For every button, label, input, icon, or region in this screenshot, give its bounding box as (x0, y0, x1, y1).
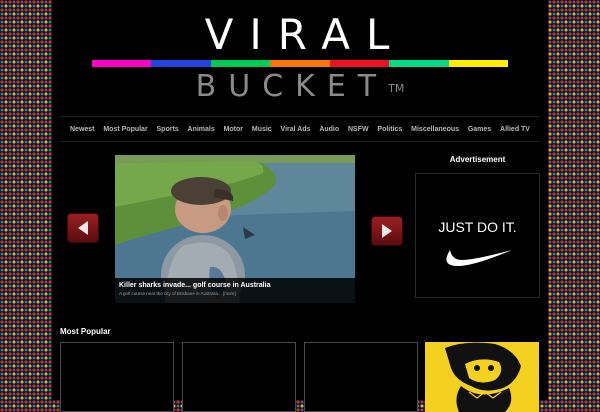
prev-button[interactable] (67, 213, 99, 243)
featured-title[interactable]: Killer sharks invade... golf course in A… (119, 281, 351, 290)
nav-animals[interactable]: Animals (188, 126, 215, 133)
trademark-mark: TM (388, 82, 405, 95)
color-bar-segment (329, 60, 390, 67)
nav-sports[interactable]: Sports (157, 126, 179, 133)
color-bar-segment (270, 60, 330, 67)
color-bar-segment (151, 60, 211, 67)
logo-bucket[interactable]: BUCKETTM (52, 70, 548, 104)
color-bar-segment (92, 60, 152, 67)
featured-subtitle[interactable]: A golf course near the city of Brisbane … (119, 290, 351, 298)
nav-games[interactable]: Games (468, 126, 491, 133)
popular-video-thumb[interactable] (182, 342, 296, 412)
next-button[interactable] (371, 216, 403, 246)
nav-audio[interactable]: Audio (319, 126, 339, 133)
color-bar-segment (448, 60, 508, 67)
nav-allied-tv[interactable]: Allied TV (500, 126, 530, 133)
logo-viral[interactable]: VIRAL (52, 12, 548, 58)
ad-banner[interactable]: JUST DO IT. (415, 173, 540, 298)
popular-video-thumb[interactable] (304, 342, 418, 412)
color-bar-segment (210, 60, 271, 67)
main-nav: Newest Most Popular Sports Animals Motor… (60, 116, 540, 142)
nav-music[interactable]: Music (252, 126, 272, 133)
most-popular-heading: Most Popular (60, 327, 111, 336)
nav-most-popular[interactable]: Most Popular (103, 126, 147, 133)
ad-slogan: JUST DO IT. (438, 219, 517, 235)
nav-newest[interactable]: Newest (70, 126, 95, 133)
arrow-left-icon (78, 221, 88, 235)
popular-video-thumb[interactable] (60, 342, 174, 412)
color-bar-segment (389, 60, 449, 67)
arrow-right-icon (382, 224, 392, 238)
nav-viral-ads[interactable]: Viral Ads (281, 126, 311, 133)
logo-color-bar (92, 60, 508, 67)
poster-illustration (445, 342, 521, 412)
page-container: VIRAL BUCKETTM Newest Most Popular Sport… (52, 0, 548, 412)
swoosh-icon (446, 250, 512, 266)
nav-politics[interactable]: Politics (377, 126, 402, 133)
nav-miscellaneous[interactable]: Miscellaneous (411, 126, 459, 133)
featured-caption: Killer sharks invade... golf course in A… (115, 278, 355, 303)
logo-bucket-text: BUCKET (195, 69, 389, 104)
nav-nsfw[interactable]: NSFW (348, 126, 369, 133)
ad-label: Advertisement (449, 155, 506, 164)
featured-video[interactable]: Killer sharks invade... golf course in A… (115, 155, 355, 303)
popular-video-poster[interactable] (425, 342, 539, 412)
nav-motor[interactable]: Motor (224, 126, 243, 133)
